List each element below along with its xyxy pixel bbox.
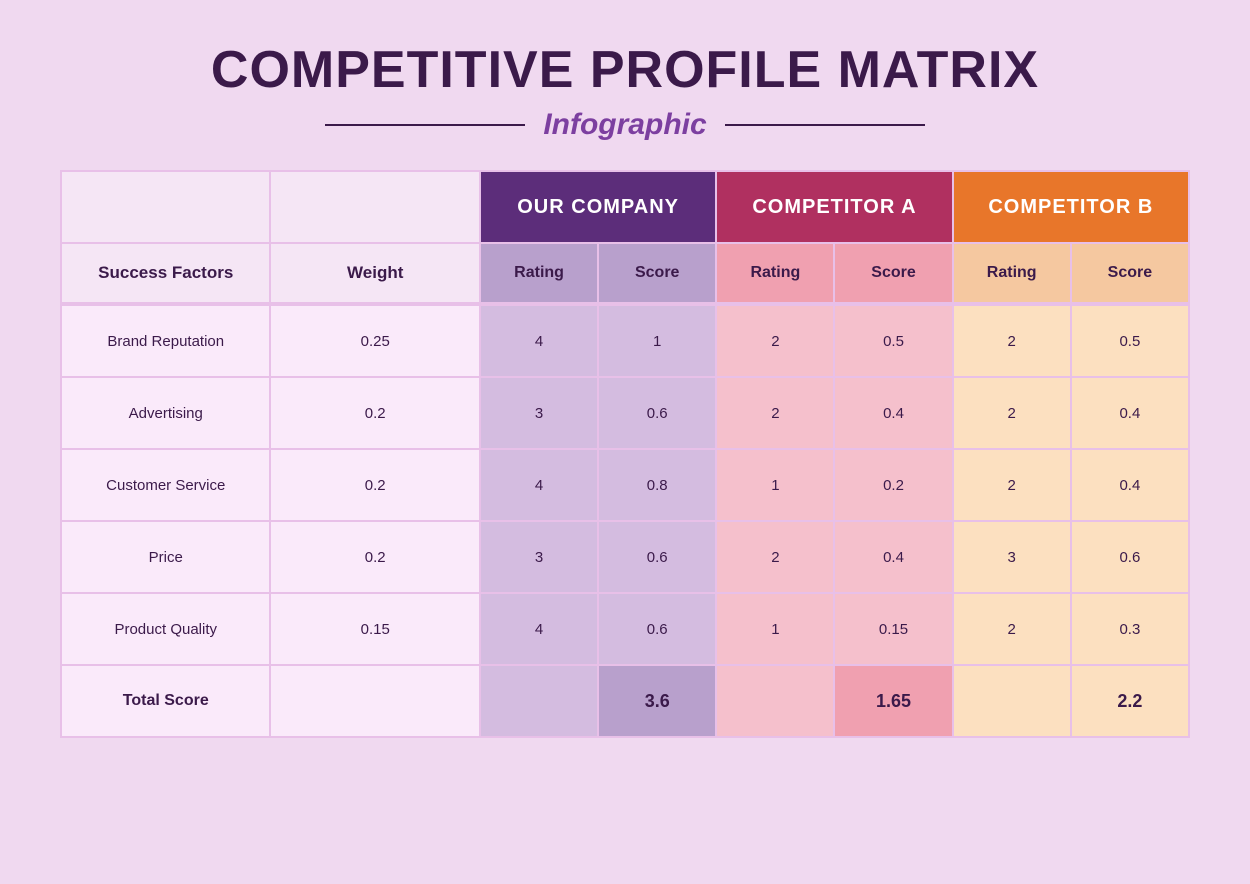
a-rating-header: Rating: [716, 243, 834, 303]
b-rating-cell: 2: [953, 449, 1071, 521]
left-divider: [325, 124, 525, 126]
total-empty-1: [270, 665, 479, 737]
total-our-rating-empty: [480, 665, 598, 737]
matrix-table: OUR COMPANY COMPETITOR A COMPETITOR B Su…: [60, 170, 1190, 304]
weight-cell: 0.2: [270, 521, 479, 593]
total-b-score: 2.2: [1071, 665, 1189, 737]
a-score-cell: 0.5: [834, 305, 952, 377]
our-rating-cell: 3: [480, 521, 598, 593]
total-label: Total Score: [61, 665, 270, 737]
b-score-cell: 0.4: [1071, 377, 1189, 449]
table-row: Price 0.2 3 0.6 2 0.4 3 0.6: [61, 521, 1189, 593]
b-score-cell: 0.6: [1071, 521, 1189, 593]
a-rating-cell: 2: [716, 521, 834, 593]
our-rating-cell: 4: [480, 449, 598, 521]
table-row: Customer Service 0.2 4 0.8 1 0.2 2 0.4: [61, 449, 1189, 521]
success-factors-header: Success Factors: [61, 243, 270, 303]
b-score-cell: 0.4: [1071, 449, 1189, 521]
b-rating-cell: 2: [953, 305, 1071, 377]
a-score-cell: 0.4: [834, 377, 952, 449]
weight-header: Weight: [270, 243, 479, 303]
factor-cell: Product Quality: [61, 593, 270, 665]
total-row: Total Score 3.6 1.65 2.2: [61, 665, 1189, 737]
weight-cell: 0.15: [270, 593, 479, 665]
b-rating-header: Rating: [953, 243, 1071, 303]
a-rating-cell: 2: [716, 377, 834, 449]
a-score-cell: 0.4: [834, 521, 952, 593]
table-row: Brand Reputation 0.25 4 1 2 0.5 2 0.5: [61, 305, 1189, 377]
b-score-cell: 0.5: [1071, 305, 1189, 377]
our-score-cell: 0.6: [598, 521, 716, 593]
weight-cell: 0.2: [270, 377, 479, 449]
comp-b-header: COMPETITOR B: [953, 171, 1189, 243]
comp-a-header: COMPETITOR A: [716, 171, 952, 243]
our-rating-cell: 4: [480, 593, 598, 665]
factor-cell: Price: [61, 521, 270, 593]
b-rating-cell: 2: [953, 593, 1071, 665]
a-rating-cell: 1: [716, 449, 834, 521]
factor-cell: Brand Reputation: [61, 305, 270, 377]
table-row: Product Quality 0.15 4 0.6 1 0.15 2 0.3: [61, 593, 1189, 665]
data-table: Brand Reputation 0.25 4 1 2 0.5 2 0.5 Ad…: [60, 304, 1190, 738]
our-score-header: Score: [598, 243, 716, 303]
b-rating-cell: 3: [953, 521, 1071, 593]
empty-cell-2: [270, 171, 479, 243]
subtitle: Infographic: [543, 108, 706, 142]
b-score-cell: 0.3: [1071, 593, 1189, 665]
our-score-cell: 0.6: [598, 377, 716, 449]
our-rating-cell: 4: [480, 305, 598, 377]
weight-cell: 0.25: [270, 305, 479, 377]
a-score-cell: 0.2: [834, 449, 952, 521]
factor-cell: Advertising: [61, 377, 270, 449]
factor-cell: Customer Service: [61, 449, 270, 521]
weight-cell: 0.2: [270, 449, 479, 521]
our-rating-cell: 3: [480, 377, 598, 449]
a-score-header: Score: [834, 243, 952, 303]
b-score-header: Score: [1071, 243, 1189, 303]
a-rating-cell: 2: [716, 305, 834, 377]
b-rating-cell: 2: [953, 377, 1071, 449]
header-row-2: Success Factors Weight Rating Score Rati…: [61, 243, 1189, 303]
total-b-rating-empty: [953, 665, 1071, 737]
total-a-rating-empty: [716, 665, 834, 737]
empty-cell-1: [61, 171, 270, 243]
right-divider: [725, 124, 925, 126]
our-score-cell: 1: [598, 305, 716, 377]
table-row: Advertising 0.2 3 0.6 2 0.4 2 0.4: [61, 377, 1189, 449]
total-our-score: 3.6: [598, 665, 716, 737]
header-row-1: OUR COMPANY COMPETITOR A COMPETITOR B: [61, 171, 1189, 243]
our-score-cell: 0.8: [598, 449, 716, 521]
a-rating-cell: 1: [716, 593, 834, 665]
subtitle-row: Infographic: [325, 108, 924, 142]
our-score-cell: 0.6: [598, 593, 716, 665]
total-a-score: 1.65: [834, 665, 952, 737]
a-score-cell: 0.15: [834, 593, 952, 665]
page-title: COMPETITIVE PROFILE MATRIX: [211, 40, 1039, 100]
our-rating-header: Rating: [480, 243, 598, 303]
our-company-header: OUR COMPANY: [480, 171, 716, 243]
